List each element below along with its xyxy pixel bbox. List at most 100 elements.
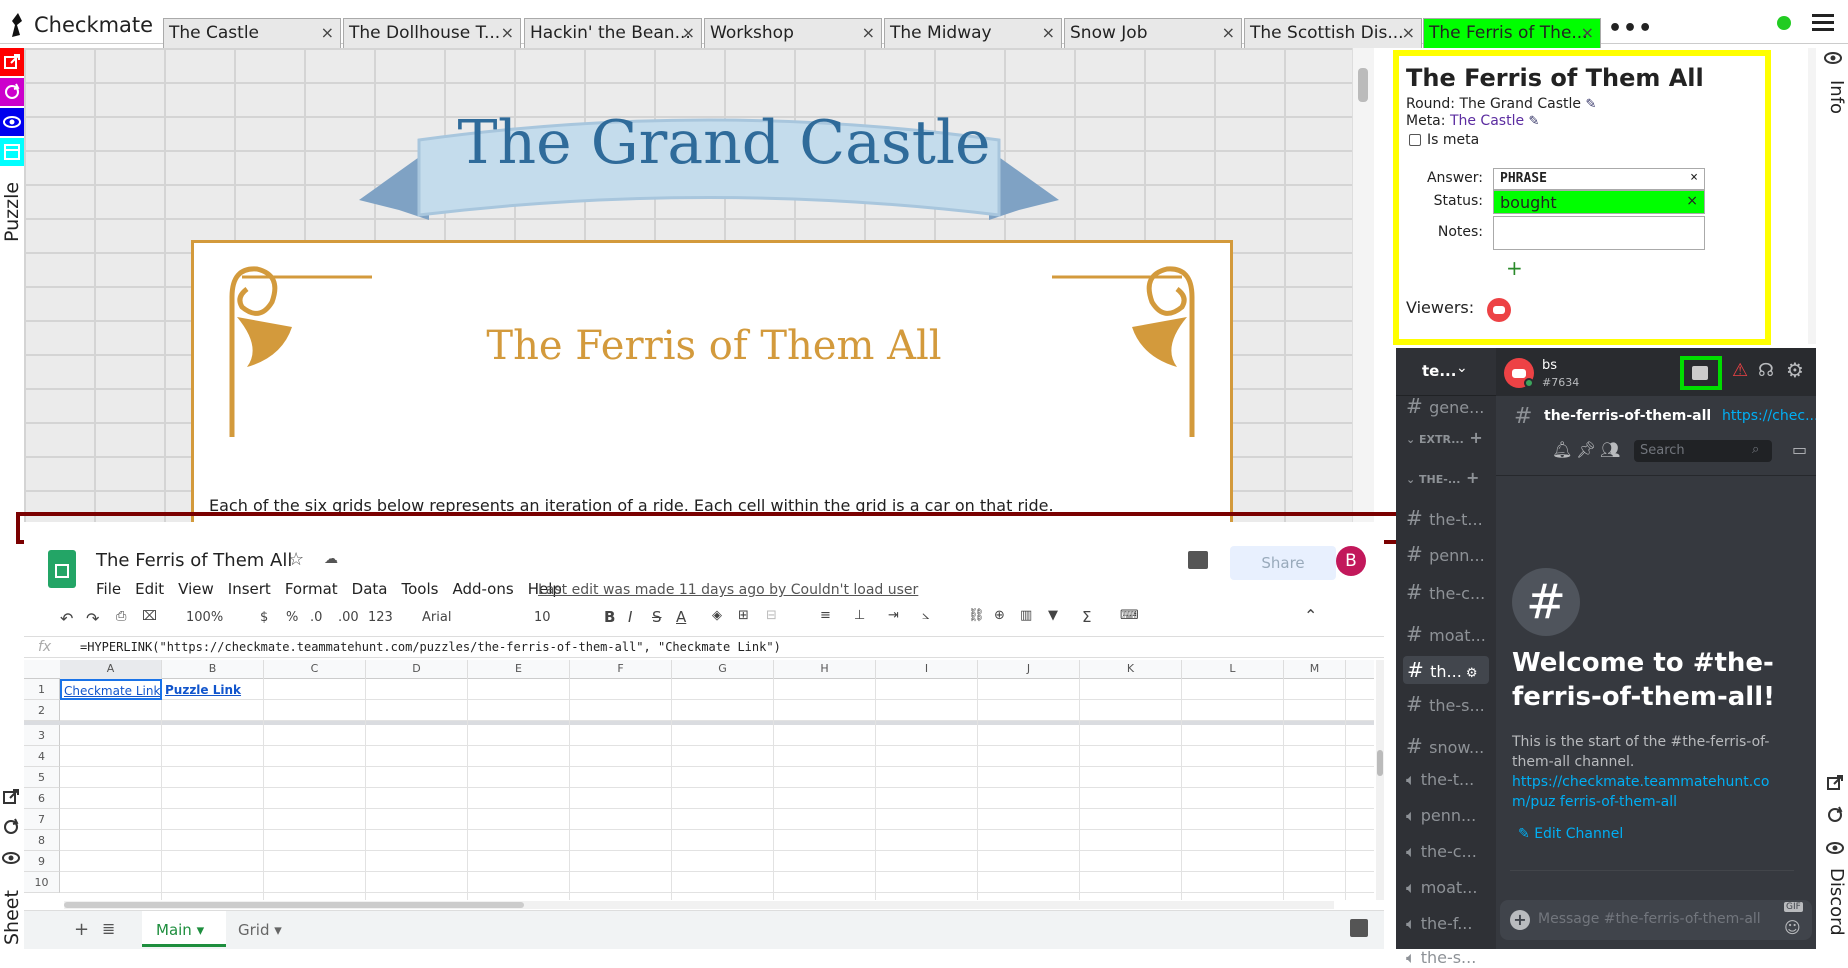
column-header[interactable]: K: [1080, 660, 1182, 679]
mute-icon[interactable]: ⚠: [1732, 360, 1748, 381]
sidebar-channel[interactable]: # gene...: [1406, 394, 1492, 418]
italic-icon[interactable]: I: [628, 608, 632, 626]
close-tab-icon[interactable]: ×: [682, 23, 695, 42]
sidebar-channel[interactable]: # th... ⚙: [1403, 656, 1489, 684]
comment-icon[interactable]: [1188, 551, 1208, 569]
row-header[interactable]: 3: [24, 725, 60, 746]
inbox-icon[interactable]: ▭: [1792, 440, 1807, 459]
headphones-icon[interactable]: ☊: [1758, 360, 1774, 381]
row-header[interactable]: 8: [24, 830, 60, 851]
sidebar-channel[interactable]: 🔈︎ the-s...: [1406, 948, 1492, 968]
puzzle-piece-icon[interactable]: [1680, 356, 1722, 390]
user-avatar[interactable]: B: [1336, 546, 1366, 576]
column-header[interactable]: J: [978, 660, 1080, 679]
borders-icon[interactable]: ⊞: [738, 608, 749, 623]
decrease-decimal-button[interactable]: .0: [310, 610, 322, 625]
pin-icon[interactable]: 📌︎: [1576, 440, 1596, 459]
increase-decimal-button[interactable]: .00: [338, 610, 359, 625]
cell-a1[interactable]: Checkmate Link: [60, 679, 162, 700]
clear-status-icon[interactable]: ×: [1686, 193, 1698, 209]
answer-field[interactable]: PHRASE ×: [1493, 168, 1705, 190]
tab[interactable]: Snow Job ×: [1064, 18, 1242, 48]
more-tabs-button[interactable]: •••: [1608, 16, 1653, 41]
doc-title[interactable]: The Ferris of Them All: [96, 550, 292, 571]
row-header[interactable]: 4: [24, 746, 60, 767]
emoji-icon[interactable]: ☺: [1784, 918, 1801, 937]
close-tab-icon[interactable]: ×: [862, 23, 875, 42]
star-icon[interactable]: ☆: [288, 549, 304, 570]
info-scrollbar[interactable]: [1808, 48, 1816, 344]
tab[interactable]: The Scottish Dis... ×: [1244, 18, 1422, 48]
collapse-toolbar-icon[interactable]: ⌃: [1304, 606, 1317, 625]
add-sheet-icon[interactable]: +: [74, 919, 89, 940]
all-sheets-icon[interactable]: ≣: [102, 919, 115, 938]
column-header[interactable]: A: [60, 660, 162, 679]
sidebar-channel[interactable]: # snow...: [1406, 734, 1492, 758]
percent-format-button[interactable]: %: [286, 610, 298, 625]
row-header[interactable]: 9: [24, 851, 60, 872]
font-select[interactable]: Arial: [422, 610, 451, 625]
sidebar-channel[interactable]: 🔈︎ the-t...: [1406, 770, 1492, 790]
menu-item[interactable]: Edit: [135, 580, 164, 598]
input-tools-icon[interactable]: ⌨: [1120, 608, 1139, 623]
menu-item[interactable]: Tools: [402, 580, 439, 598]
undo-icon[interactable]: ↶: [60, 609, 73, 628]
sidebar-channel[interactable]: # the-t...: [1406, 506, 1492, 530]
column-header[interactable]: M: [1284, 660, 1346, 679]
close-tab-icon[interactable]: ×: [321, 23, 334, 42]
menu-item[interactable]: Add-ons: [452, 580, 513, 598]
zoom-select[interactable]: 100%: [186, 610, 223, 625]
sheet-tab-main[interactable]: Main ▾: [142, 911, 226, 947]
grid-horizontal-scrollbar[interactable]: [64, 901, 1334, 909]
formula-input[interactable]: =HYPERLINK("https://checkmate.teammatehu…: [80, 640, 781, 654]
message-input[interactable]: + Message #the-ferris-of-them-all GIF ☺: [1500, 900, 1812, 940]
frozen-row-divider[interactable]: [24, 721, 1374, 725]
channel-settings-icon[interactable]: ⚙: [1462, 666, 1478, 681]
currency-format-button[interactable]: $: [260, 610, 268, 625]
is-meta-checkbox[interactable]: [1409, 134, 1421, 146]
link-icon[interactable]: ⛓: [968, 608, 985, 623]
server-header[interactable]: te... ⌄: [1396, 348, 1496, 396]
comment-insert-icon[interactable]: ⊕: [994, 608, 1005, 623]
info-eye-icon[interactable]: [1824, 50, 1842, 69]
row-header[interactable]: 2: [24, 700, 60, 721]
sidebar-channel[interactable]: 🔈︎ moat...: [1406, 878, 1492, 898]
row-header[interactable]: 5: [24, 767, 60, 788]
sidebar-channel[interactable]: # the-c...: [1406, 580, 1492, 604]
grid-scrollbar[interactable]: [1376, 660, 1384, 900]
close-tab-icon[interactable]: ×: [1222, 23, 1235, 42]
add-attachment-icon[interactable]: +: [1510, 910, 1530, 930]
tab[interactable]: The Ferris of The... ×: [1423, 18, 1601, 48]
column-header[interactable]: I: [876, 660, 978, 679]
sidebar-channel[interactable]: 🔈︎ the-c...: [1406, 842, 1492, 862]
tab[interactable]: The Midway ×: [884, 18, 1062, 48]
column-header[interactable]: L: [1182, 660, 1284, 679]
tab[interactable]: The Dollhouse T... ×: [343, 18, 521, 48]
settings-icon[interactable]: ⚙: [1786, 358, 1804, 382]
column-header[interactable]: B: [162, 660, 264, 679]
channel-category[interactable]: ⌄ THE-... +: [1406, 468, 1492, 487]
cell-b1[interactable]: Puzzle Link: [162, 679, 264, 700]
column-header[interactable]: C: [264, 660, 366, 679]
menu-item[interactable]: Data: [352, 580, 388, 598]
discord-open-external-icon[interactable]: [1826, 774, 1844, 796]
discord-eye-icon[interactable]: [1826, 840, 1844, 859]
merge-cells-icon[interactable]: ⊟: [766, 608, 777, 623]
last-edit-link[interactable]: Last edit was made 11 days ago by Couldn…: [538, 582, 918, 598]
paint-format-icon[interactable]: ⌧: [142, 609, 157, 624]
column-header[interactable]: D: [366, 660, 468, 679]
sidebar-channel[interactable]: 🔈︎ the-f...: [1406, 914, 1492, 934]
sidebar-channel[interactable]: 🔈︎ penn...: [1406, 806, 1492, 826]
print-icon[interactable]: ⎙: [116, 609, 126, 624]
layout-icon[interactable]: [0, 138, 24, 166]
channel-category[interactable]: ⌄ EXTR... +: [1406, 428, 1492, 447]
clear-answer-icon[interactable]: ×: [1690, 170, 1698, 185]
column-header[interactable]: E: [468, 660, 570, 679]
functions-icon[interactable]: Σ: [1082, 608, 1091, 626]
sheet-tab-grid[interactable]: Grid ▾: [238, 921, 282, 939]
user-avatar-discord[interactable]: [1504, 358, 1534, 388]
add-tag-button[interactable]: +: [1506, 256, 1523, 280]
eye-icon[interactable]: [0, 108, 24, 136]
redo-icon[interactable]: ↷: [86, 609, 99, 628]
bold-icon[interactable]: B: [604, 608, 615, 626]
